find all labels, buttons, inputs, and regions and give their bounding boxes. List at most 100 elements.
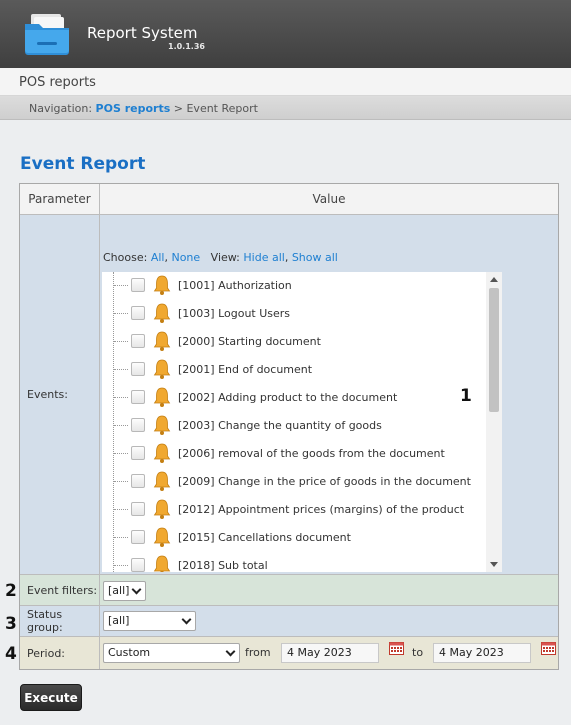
breadcrumb: Navigation: POS reports > Event Report xyxy=(29,102,258,115)
event-label: [2015] Cancellations document xyxy=(178,531,351,544)
event-item[interactable]: [2015] Cancellations document xyxy=(102,524,487,552)
calendar-icon[interactable] xyxy=(541,641,556,655)
callout-marker-1: 1 xyxy=(460,386,472,406)
event-checkbox[interactable] xyxy=(131,390,145,404)
breadcrumb-link-pos-reports[interactable]: POS reports xyxy=(96,102,171,115)
breadcrumb-current: Event Report xyxy=(186,102,258,115)
events-scrollbar[interactable] xyxy=(486,272,502,572)
event-checkbox[interactable] xyxy=(131,474,145,488)
event-filters-value: [all] xyxy=(108,584,130,597)
events-tree-list[interactable]: [1001] Authorization [1003] Logout Users… xyxy=(102,272,502,572)
bell-icon xyxy=(153,555,171,572)
event-label: [2001] End of document xyxy=(178,363,313,376)
choose-view-controls: Choose: All, None View: Hide all, Show a… xyxy=(103,251,338,264)
period-select[interactable]: Custom xyxy=(103,643,240,663)
parameters-table: Parameter Value Events: Choose: All, Non… xyxy=(19,183,559,670)
event-checkbox[interactable] xyxy=(131,558,145,572)
status-group-select[interactable]: [all] xyxy=(103,611,196,631)
event-label: [2018] Sub total xyxy=(178,559,268,572)
breadcrumb-prefix: Navigation: xyxy=(29,102,93,115)
scroll-down-arrow-icon[interactable] xyxy=(490,562,498,567)
bell-icon xyxy=(153,443,171,463)
choose-all-link[interactable]: All xyxy=(151,251,165,264)
tree-branch xyxy=(114,313,128,314)
view-label: View: xyxy=(210,251,240,264)
page-title: Event Report xyxy=(20,154,146,174)
event-item[interactable]: [2006] removal of the goods from the doc… xyxy=(102,440,487,468)
status-group-value: [all] xyxy=(108,614,130,627)
section-bar: POS reports xyxy=(0,68,571,96)
period-row: Period: Custom from 4 May 2023 to 4 May … xyxy=(20,637,558,669)
status-group-label: Status group: xyxy=(20,606,100,636)
callout-marker-3: 3 xyxy=(5,614,17,634)
bell-icon xyxy=(153,275,171,295)
event-label: [2000] Starting document xyxy=(178,335,321,348)
event-label: [2012] Appointment prices (margins) of t… xyxy=(178,503,465,516)
event-label: [2003] Change the quantity of goods xyxy=(178,419,382,432)
event-checkbox[interactable] xyxy=(131,502,145,516)
event-item[interactable]: [1001] Authorization xyxy=(102,272,487,300)
header-value: Value xyxy=(312,192,346,206)
breadcrumb-bar: Navigation: POS reports > Event Report xyxy=(0,96,571,120)
event-item[interactable]: [2012] Appointment prices (margins) of t… xyxy=(102,496,487,524)
event-checkbox[interactable] xyxy=(131,306,145,320)
event-filters-select[interactable]: [all] xyxy=(103,581,146,601)
event-checkbox[interactable] xyxy=(131,362,145,376)
date-to-input[interactable]: 4 May 2023 xyxy=(433,643,531,663)
tree-branch xyxy=(114,565,128,566)
events-row: Events: Choose: All, None View: Hide all… xyxy=(20,215,558,575)
calendar-icon[interactable] xyxy=(389,641,404,655)
event-checkbox[interactable] xyxy=(131,446,145,460)
app-header: Report System 1.0.1.36 xyxy=(0,0,571,68)
app-version: 1.0.1.36 xyxy=(168,42,205,51)
event-checkbox[interactable] xyxy=(131,418,145,432)
bell-icon xyxy=(153,387,171,407)
scroll-thumb[interactable] xyxy=(489,288,499,412)
chevron-down-icon xyxy=(225,646,236,657)
event-checkbox[interactable] xyxy=(131,530,145,544)
period-value: Custom xyxy=(108,646,151,659)
event-item[interactable]: [2001] End of document xyxy=(102,356,487,384)
event-item[interactable]: [2000] Starting document xyxy=(102,328,487,356)
tree-branch xyxy=(114,453,128,454)
tree-branch xyxy=(114,537,128,538)
bell-icon xyxy=(153,499,171,519)
chevron-down-icon xyxy=(131,584,142,595)
tree-branch xyxy=(114,481,128,482)
event-item[interactable]: [2009] Change in the price of goods in t… xyxy=(102,468,487,496)
event-filters-label: Event filters: xyxy=(20,575,100,605)
show-all-link[interactable]: Show all xyxy=(292,251,338,264)
event-filters-row: Event filters: [all] xyxy=(20,575,558,606)
folder-logo-icon xyxy=(25,14,69,55)
section-title: POS reports xyxy=(19,75,96,90)
tree-branch xyxy=(114,397,128,398)
bell-icon xyxy=(153,471,171,491)
event-item[interactable]: [1003] Logout Users xyxy=(102,300,487,328)
date-from-input[interactable]: 4 May 2023 xyxy=(281,643,379,663)
scroll-up-arrow-icon[interactable] xyxy=(490,277,498,282)
event-label: [2006] removal of the goods from the doc… xyxy=(178,447,445,460)
events-label: Events: xyxy=(20,215,100,574)
tree-branch xyxy=(114,425,128,426)
event-checkbox[interactable] xyxy=(131,334,145,348)
event-item[interactable]: [2018] Sub total xyxy=(102,552,487,572)
choose-none-link[interactable]: None xyxy=(171,251,200,264)
hide-all-link[interactable]: Hide all xyxy=(243,251,284,264)
callout-marker-4: 4 xyxy=(5,644,17,664)
app-title: Report System xyxy=(87,24,198,42)
event-checkbox[interactable] xyxy=(131,278,145,292)
breadcrumb-separator: > xyxy=(173,102,183,115)
event-item[interactable]: [2003] Change the quantity of goods xyxy=(102,412,487,440)
table-header: Parameter Value xyxy=(20,184,558,215)
event-item[interactable]: [2002] Adding product to the document xyxy=(102,384,487,412)
events-value: Choose: All, None View: Hide all, Show a… xyxy=(100,215,558,574)
bell-icon xyxy=(153,359,171,379)
status-group-row: Status group: [all] xyxy=(20,606,558,637)
bell-icon xyxy=(153,527,171,547)
bell-icon xyxy=(153,331,171,351)
callout-marker-2: 2 xyxy=(5,581,17,601)
execute-button[interactable]: Execute xyxy=(20,684,82,711)
header-parameter: Parameter xyxy=(20,184,100,215)
event-label: [1001] Authorization xyxy=(178,279,292,292)
chevron-down-icon xyxy=(181,614,192,625)
